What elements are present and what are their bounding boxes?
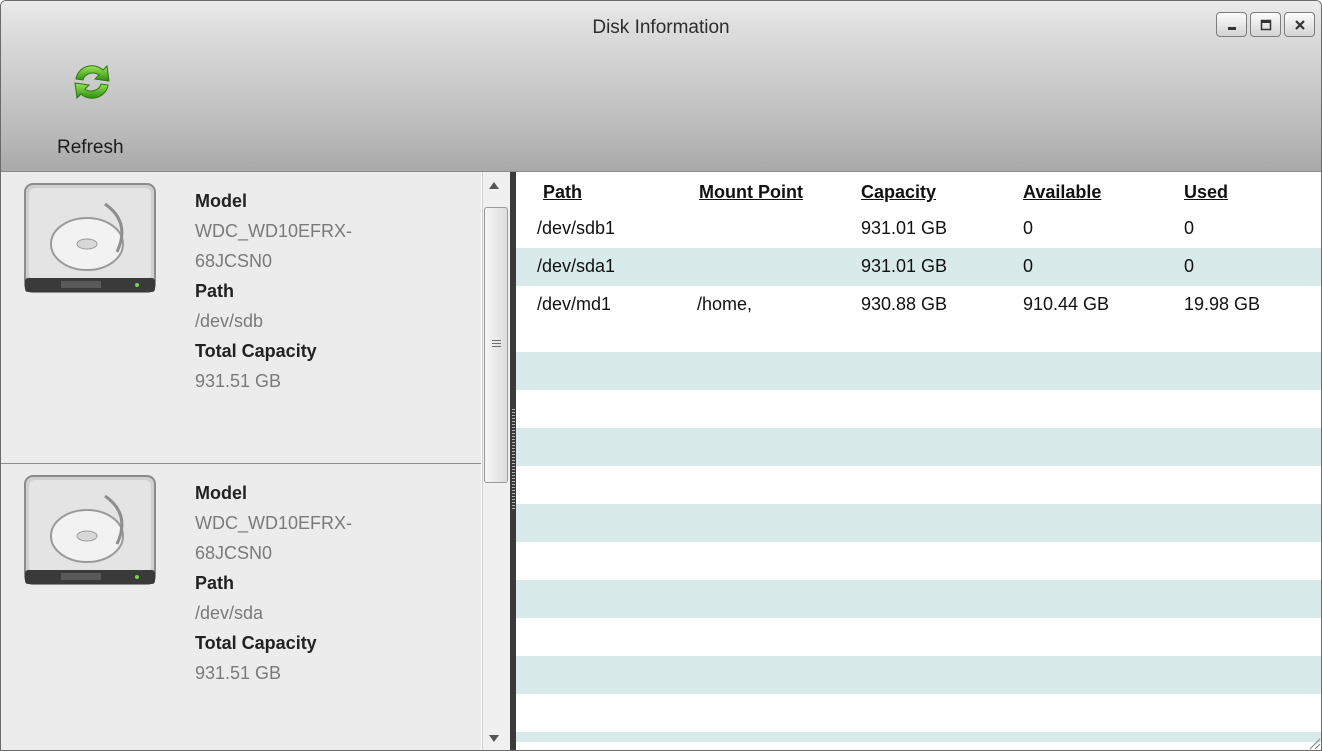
resize-grip-icon[interactable] [1307, 736, 1321, 750]
column-header-capacity[interactable]: Capacity [861, 182, 936, 203]
model-label: Model [195, 483, 247, 503]
model-label: Model [195, 191, 247, 211]
cell-path: /dev/md1 [537, 294, 612, 314]
column-header-available[interactable]: Available [1023, 182, 1101, 203]
disk-item[interactable]: Model WDC_WD10EFRX- 68JCSN0 Path /dev/sd… [1, 172, 481, 463]
window-title: Disk Information [592, 17, 730, 38]
scroll-up-arrow-icon[interactable] [489, 182, 499, 189]
window-controls [1216, 12, 1315, 37]
path-label: Path [195, 573, 235, 593]
model-value-line2: 68JCSN0 [195, 543, 273, 563]
cell-used: 0 [1184, 256, 1195, 276]
cell-available: 910.44 GB [1023, 294, 1110, 314]
hard-drive-icon [24, 183, 156, 293]
partition-table: Path Mount Point Capacity Available Used… [516, 172, 1321, 750]
disk-information-window: Disk Information Refresh Model WDC_WD10E… [0, 0, 1322, 751]
capacity-value: 931.51 GB [195, 371, 282, 391]
path-value: /dev/sdb [195, 311, 264, 331]
cell-path: /dev/sda1 [537, 256, 616, 276]
cell-used: 19.98 GB [1184, 294, 1261, 314]
cell-available: 0 [1023, 256, 1034, 276]
cell-capacity: 930.88 GB [861, 294, 948, 314]
table-header: Path Mount Point Capacity Available Used [516, 172, 1321, 210]
minimize-button[interactable] [1216, 12, 1247, 37]
maximize-icon [1260, 19, 1271, 30]
column-header-path[interactable]: Path [543, 182, 582, 203]
table-row[interactable]: /dev/sda1 931.01 GB 0 0 [516, 248, 1321, 286]
grip-icon [492, 340, 501, 349]
cell-capacity: 931.01 GB [861, 218, 948, 238]
close-button[interactable] [1284, 12, 1315, 37]
disk-list-pane: Model WDC_WD10EFRX- 68JCSN0 Path /dev/sd… [1, 172, 481, 750]
model-value-line1: WDC_WD10EFRX- [195, 513, 353, 533]
disk-info: Model WDC_WD10EFRX- 68JCSN0 Path /dev/sd… [195, 478, 352, 688]
model-value-line2: 68JCSN0 [195, 251, 273, 271]
cell-available: 0 [1023, 218, 1034, 238]
cell-used: 0 [1184, 218, 1195, 238]
maximize-button[interactable] [1250, 12, 1281, 37]
close-icon [1294, 19, 1305, 30]
splitter-grip-icon [512, 409, 515, 511]
table-row[interactable]: /dev/md1 /home, 930.88 GB 910.44 GB 19.9… [516, 286, 1321, 324]
refresh-button[interactable]: Refresh [43, 53, 153, 163]
refresh-label: Refresh [57, 137, 124, 158]
title-toolbar-bar: Disk Information Refresh [1, 1, 1321, 172]
disk-item[interactable]: Model WDC_WD10EFRX- 68JCSN0 Path /dev/sd… [1, 463, 481, 750]
scrollbar-thumb[interactable] [484, 207, 508, 483]
capacity-value: 931.51 GB [195, 663, 282, 683]
disk-info: Model WDC_WD10EFRX- 68JCSN0 Path /dev/sd… [195, 186, 352, 396]
path-value: /dev/sda [195, 603, 264, 623]
hard-drive-icon [24, 475, 156, 585]
cell-capacity: 931.01 GB [861, 256, 948, 276]
model-value-line1: WDC_WD10EFRX- [195, 221, 353, 241]
disk-list-scrollbar[interactable] [482, 172, 510, 750]
capacity-label: Total Capacity [195, 341, 317, 361]
scroll-down-arrow-icon[interactable] [489, 735, 499, 742]
minimize-icon [1227, 26, 1236, 30]
refresh-icon [74, 64, 110, 100]
column-header-mount-point[interactable]: Mount Point [699, 182, 803, 203]
cell-mount-point: /home, [697, 294, 753, 314]
column-header-used[interactable]: Used [1184, 182, 1228, 203]
cell-path: /dev/sdb1 [537, 218, 616, 238]
capacity-label: Total Capacity [195, 633, 317, 653]
path-label: Path [195, 281, 235, 301]
table-row[interactable]: /dev/sdb1 931.01 GB 0 0 [516, 210, 1321, 248]
